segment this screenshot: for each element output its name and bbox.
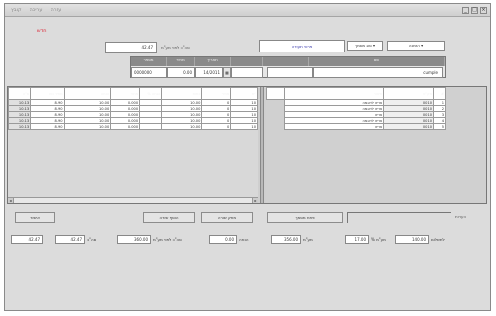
header-fields: מספר מחיר תאריך שם 0000000 0.00 14/2011 … <box>130 56 446 78</box>
field-4[interactable] <box>231 67 263 78</box>
calendar-icon[interactable]: ▦ <box>223 67 231 78</box>
table-cell[interactable]: 10.00 <box>161 123 203 130</box>
table-cell[interactable]: 8.90 <box>30 123 65 130</box>
column-header[interactable]: מחיר <box>110 87 141 100</box>
ok-button[interactable]: אישור <box>15 212 55 223</box>
totals-field-1: 42.47 <box>11 235 45 244</box>
table-cell <box>266 123 285 130</box>
totals-field-2: 42.47 סה"כ <box>55 235 96 244</box>
app-window: קובץ עריכה עזרה _ □ × חדש 42.47 סה"כ לפנ… <box>4 3 491 311</box>
doctype-dropdown-value: סוג מסמך <box>354 43 372 48</box>
column-header[interactable]: ס"ה <box>7 87 32 100</box>
column-header[interactable]: תיאור <box>283 87 385 100</box>
menu-bar: קובץ עריכה עזרה <box>11 7 61 13</box>
open-document-button[interactable]: פתח מסמך <box>267 212 343 223</box>
left-grid-pane: ס"ה מחיר נטו הנחה מחיר % הנחה כמות מחיר … <box>7 87 258 203</box>
table-row[interactable]: פריט 0010 5 <box>266 123 446 130</box>
table-cell[interactable]: 5 <box>433 123 446 130</box>
right-grid-pane: תיאור מק"ט # פריט לדוגמה 0010 1 פריט לדו… <box>266 87 486 203</box>
table-cell[interactable]: 10.00 <box>63 123 112 130</box>
totals-label: לתשלום <box>431 237 445 242</box>
table-cell[interactable]: 0.000 <box>110 123 141 130</box>
table-cell[interactable]: 0010 <box>383 123 435 130</box>
table-cell[interactable]: 0 <box>201 123 232 130</box>
totals-value[interactable]: 42.47 <box>55 235 85 244</box>
column-header[interactable]: מחיר <box>201 87 232 100</box>
totals-field-6: 17.00 % מע"מ <box>345 235 386 244</box>
order-dropdown-value: הזמנה <box>408 43 420 48</box>
table-cell[interactable]: 10.13 <box>7 123 32 130</box>
field-label-number: מספר <box>131 57 167 66</box>
totals-value[interactable]: 360.00 <box>117 235 151 244</box>
grid-area: ס"ה מחיר נטו הנחה מחיר % הנחה כמות מחיר … <box>7 86 487 204</box>
window-controls: _ □ × <box>462 7 487 14</box>
column-header[interactable]: מק"ט <box>383 87 435 100</box>
date-field[interactable]: 14/2011 <box>195 67 223 78</box>
field-label-name: שם <box>309 57 445 66</box>
notes-area[interactable] <box>347 212 451 223</box>
totals-label: % מע"מ <box>371 237 386 242</box>
field-label-5 <box>263 57 309 66</box>
add-line-button[interactable]: הוסף שורה <box>143 212 195 223</box>
status-label: חדש <box>37 28 47 34</box>
totals-value[interactable]: 42.47 <box>11 235 43 244</box>
scroll-left-arrow-icon[interactable]: ◂ <box>8 198 14 203</box>
column-header[interactable]: יח' <box>230 87 258 100</box>
notes-label: הערות <box>455 214 467 219</box>
column-header[interactable]: הנחה <box>63 87 112 100</box>
name-field[interactable]: cumple <box>313 67 443 78</box>
menu-item-help[interactable]: עזרה <box>50 7 61 13</box>
menu-item-file[interactable]: קובץ <box>11 7 22 13</box>
tab-document-details[interactable]: פרטי תעודה <box>259 40 345 52</box>
chevron-down-icon: ▾ <box>421 43 424 48</box>
number-field[interactable]: 0000000 <box>131 67 167 78</box>
doctype-dropdown[interactable]: סוג מסמך ▾ <box>347 41 383 51</box>
column-header[interactable]: כמות <box>161 87 203 100</box>
totals-label: הנחה <box>239 237 249 242</box>
totals-label: סה"כ <box>87 237 97 242</box>
horizontal-scrollbar[interactable]: ◂ ▸ <box>8 197 258 203</box>
order-dropdown[interactable]: הזמנה ▾ <box>387 41 445 51</box>
totals-field-3: 360.00 סה"כ לפני מע"מ <box>117 235 182 244</box>
total-label: סה"כ לפני מע"מ <box>161 45 190 50</box>
delete-line-button[interactable]: מחק שורה <box>201 212 253 223</box>
header-fields-values: 0000000 0.00 14/2011 ▦ cumple <box>131 67 445 78</box>
items-table: תיאור מק"ט # פריט לדוגמה 0010 1 פריט לדו… <box>266 87 446 130</box>
column-header[interactable]: % הנחה <box>139 87 163 100</box>
column-header[interactable] <box>266 87 285 100</box>
table-cell[interactable]: 10 <box>230 123 258 130</box>
column-header[interactable]: מחיר נטו <box>30 87 65 100</box>
lines-table-header: ס"ה מחיר נטו הנחה מחיר % הנחה כמות מחיר … <box>7 87 258 100</box>
totals-label: סה"כ לפני מע"מ <box>153 237 182 242</box>
totals-field-5: 356.00 מע"מ <box>271 235 313 244</box>
pane-splitter[interactable] <box>260 87 264 203</box>
totals-value[interactable]: 140.00 <box>395 235 429 244</box>
totals-field-7: 140.00 לתשלום <box>395 235 445 244</box>
maximize-button[interactable]: □ <box>471 7 478 14</box>
title-bar: קובץ עריכה עזרה _ □ × <box>5 4 490 17</box>
close-button[interactable]: × <box>480 7 487 14</box>
column-header[interactable]: # <box>433 87 446 100</box>
totals-value[interactable]: 0.00 <box>209 235 237 244</box>
table-cell[interactable] <box>139 123 163 130</box>
header-fields-labels: מספר מחיר תאריך שם <box>131 57 445 66</box>
minimize-button[interactable]: _ <box>462 7 469 14</box>
field-label-date: תאריך <box>195 57 231 66</box>
field-5[interactable] <box>267 67 313 78</box>
chevron-down-icon: ▾ <box>373 43 376 48</box>
totals-value[interactable]: 17.00 <box>345 235 369 244</box>
field-label-4 <box>231 57 263 66</box>
lines-table: ס"ה מחיר נטו הנחה מחיר % הנחה כמות מחיר … <box>7 87 258 130</box>
scroll-right-arrow-icon[interactable]: ▸ <box>252 198 258 203</box>
totals-field-4: 0.00 הנחה <box>209 235 248 244</box>
price-field[interactable]: 0.00 <box>167 67 195 78</box>
items-table-header: תיאור מק"ט # <box>266 87 446 100</box>
table-row[interactable]: 10.13 8.90 10.00 0.000 10.00 0 10 <box>7 123 258 130</box>
totals-value[interactable]: 356.00 <box>271 235 301 244</box>
totals-label: מע"מ <box>303 237 313 242</box>
total-field[interactable]: 42.47 <box>105 42 157 53</box>
table-cell[interactable]: פריט <box>283 123 385 130</box>
menu-item-edit[interactable]: עריכה <box>30 7 43 13</box>
field-label-price: מחיר <box>167 57 195 66</box>
